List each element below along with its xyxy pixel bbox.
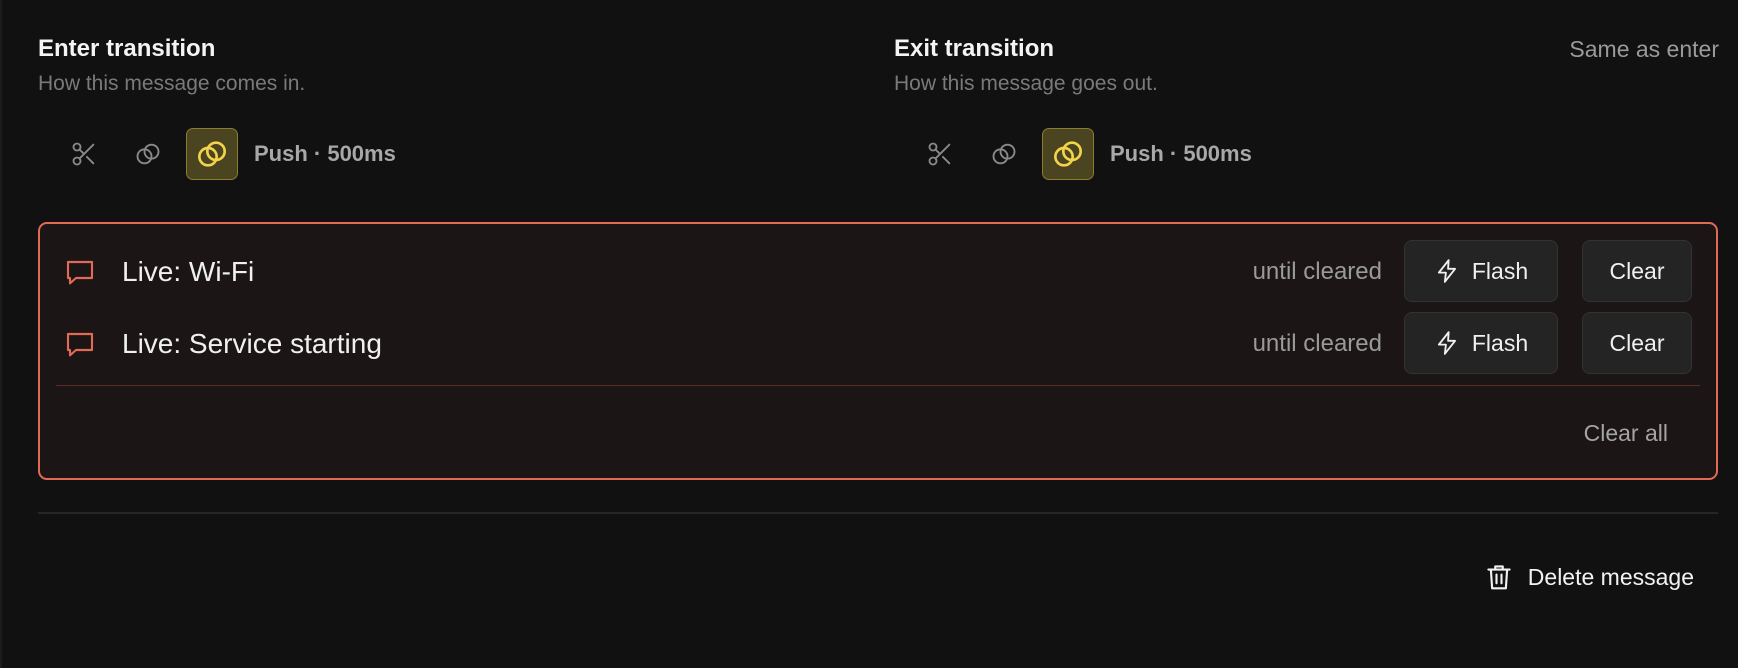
crossfade-icon [136,143,160,165]
exit-push-button[interactable] [1042,128,1094,180]
enter-cut-button[interactable] [58,128,110,180]
section-divider [38,512,1718,514]
message-bubble-icon [66,332,94,357]
exit-cut-button[interactable] [914,128,966,180]
enter-selected-transition-label: Push · 500ms [254,141,396,166]
push-icon [198,141,226,167]
enter-crossfade-button[interactable] [122,128,174,180]
clear-all-button[interactable]: Clear all [1584,418,1668,448]
live-message-label: Live: Service starting [122,328,382,359]
enter-transition-tools: Push · 500ms [58,126,396,182]
live-message-label: Live: Wi-Fi [122,256,255,287]
enter-transition-title: Enter transition [38,35,216,62]
exit-transition-tools: Push · 500ms [914,126,1252,182]
bolt-icon [1434,330,1460,356]
list-item: Live: Wi-Fi until cleared Flash Clear [40,240,1716,304]
message-bubble-icon [66,260,94,285]
delete-message-label: Delete message [1527,563,1694,590]
crossfade-icon [992,143,1016,165]
push-icon [1054,141,1082,167]
enter-transition-subtitle: How this message comes in. [38,72,306,95]
scissors-icon [928,142,951,166]
exit-transition-section: Exit transition How this message goes ou… [894,34,1719,180]
flash-button[interactable]: Flash [1404,312,1558,374]
flash-button-label: Flash [1471,257,1529,284]
flash-button[interactable]: Flash [1404,240,1558,302]
same-as-enter-link[interactable]: Same as enter [1569,34,1719,64]
clear-button[interactable]: Clear [1582,240,1692,302]
clear-button-label: Clear [1609,257,1665,284]
bolt-icon [1434,258,1460,284]
delete-message-button[interactable]: Delete message [1484,562,1694,592]
scissors-icon [72,142,95,166]
exit-crossfade-button[interactable] [978,128,1030,180]
clear-button-label: Clear [1609,329,1665,356]
trash-icon [1484,562,1514,592]
list-item: Live: Service starting until cleared Fla… [40,312,1716,376]
clear-button[interactable]: Clear [1582,312,1692,374]
live-divider [56,385,1700,386]
exit-transition-subtitle: How this message goes out. [894,72,1158,95]
enter-push-button[interactable] [186,128,238,180]
transition-settings-panel: Enter transition How this message comes … [0,0,1738,668]
enter-transition-section: Enter transition How this message comes … [38,34,858,180]
live-messages-box: Live: Wi-Fi until cleared Flash Clear Li… [38,222,1718,480]
exit-selected-transition-label: Push · 500ms [1110,141,1252,166]
live-message-status: until cleared [1252,330,1382,357]
flash-button-label: Flash [1471,329,1529,356]
live-message-status: until cleared [1252,258,1382,285]
